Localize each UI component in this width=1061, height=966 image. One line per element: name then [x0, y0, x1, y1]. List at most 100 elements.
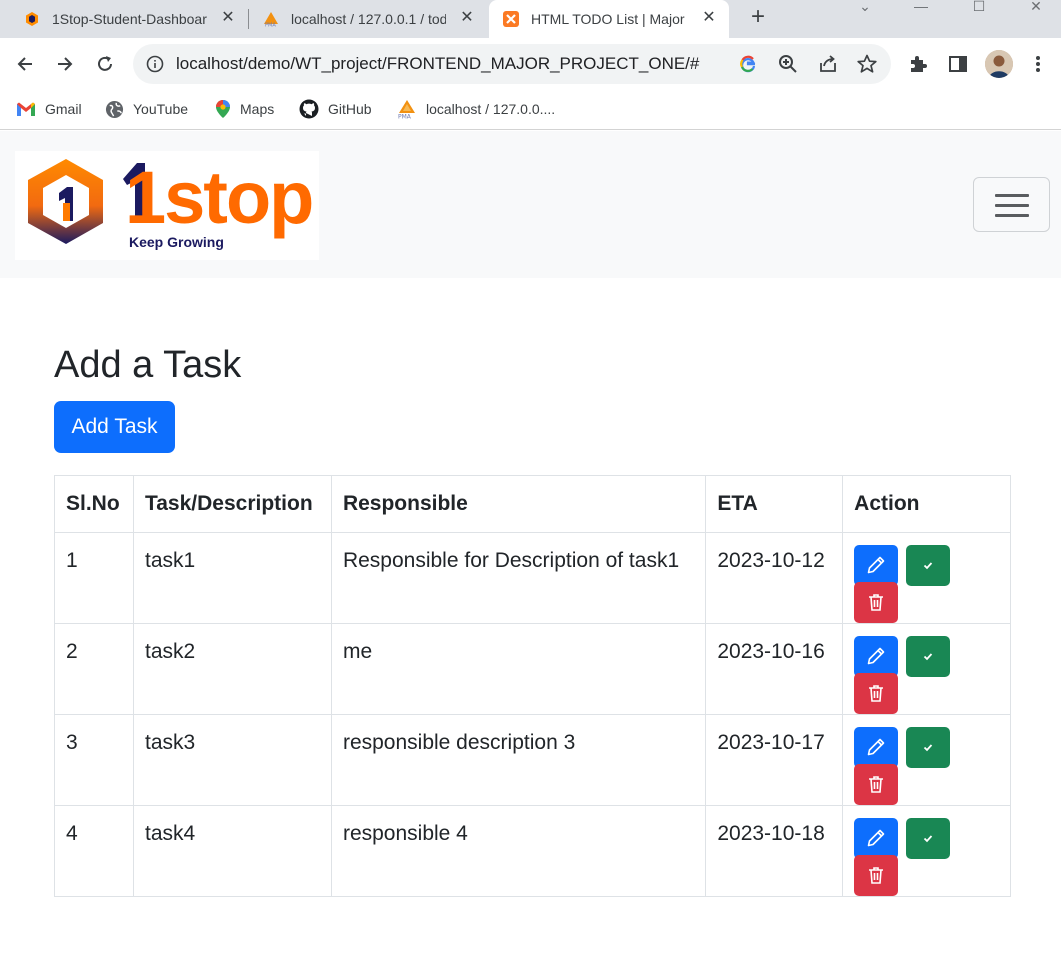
edit-button[interactable] — [854, 545, 899, 586]
cell-responsible: Responsible for Description of task1 — [330, 532, 707, 624]
phpmyadmin-icon: PMA — [264, 12, 278, 27]
complete-button[interactable] — [906, 727, 951, 768]
zoom-icon[interactable] — [778, 54, 798, 74]
cell-task: task1 — [132, 532, 332, 624]
close-icon[interactable]: ✕ — [218, 8, 238, 28]
tab-title: HTML TODO List | Major — [531, 11, 685, 27]
bookmark-youtube[interactable]: YouTube — [105, 99, 188, 119]
bookmark-maps[interactable]: Maps — [215, 99, 274, 119]
new-tab-button[interactable]: + — [745, 5, 771, 31]
info-icon[interactable] — [146, 55, 164, 73]
close-icon[interactable]: ✕ — [699, 8, 719, 28]
edit-button[interactable] — [854, 727, 899, 768]
pencil-icon — [867, 829, 885, 847]
table-row: 1 task1 Responsible for Description of t… — [54, 532, 1011, 624]
complete-button[interactable] — [906, 636, 951, 677]
menu-kebab-icon[interactable] — [1026, 52, 1050, 76]
close-window-button[interactable]: ✕ — [1013, 0, 1059, 30]
arrow-right-icon — [58, 57, 73, 71]
complete-button[interactable] — [906, 818, 951, 859]
hamburger-icon — [995, 204, 1029, 207]
extensions-icon[interactable] — [906, 52, 930, 76]
check-icon — [923, 835, 933, 843]
browser-tab-1stop[interactable]: 1Stop-Student-Dashboard ✕ — [0, 0, 248, 38]
navbar-toggle-button[interactable] — [973, 177, 1050, 232]
profile-avatar[interactable] — [985, 50, 1013, 78]
pencil-icon — [867, 556, 885, 574]
side-panel-icon[interactable] — [946, 52, 970, 76]
avatar-icon — [985, 50, 1013, 78]
arrow-left-icon — [17, 57, 32, 71]
cell-slno: 2 — [54, 623, 134, 715]
minimize-button[interactable]: — — [898, 0, 944, 30]
column-header-eta: ETA — [705, 475, 844, 533]
site-navbar: Keep Growing 1stop — [0, 131, 1061, 278]
cell-actions — [842, 623, 1011, 715]
bookmark-label: localhost / 127.0.0.... — [426, 101, 556, 117]
github-icon — [299, 99, 319, 119]
pencil-icon — [867, 738, 885, 756]
cell-slno: 1 — [54, 532, 134, 624]
browser-toolbar: localhost/demo/WT_project/FRONTEND_MAJOR… — [0, 38, 1061, 90]
tab-search-icon[interactable]: ⌄ — [842, 0, 888, 30]
forward-button[interactable] — [51, 50, 79, 78]
logo-wordmark: 1stop — [125, 156, 314, 239]
check-icon — [923, 653, 933, 661]
delete-button[interactable] — [854, 764, 899, 805]
trash-icon — [869, 776, 884, 793]
check-icon — [923, 744, 933, 752]
hamburger-icon — [995, 194, 1029, 197]
star-icon[interactable] — [857, 54, 877, 74]
share-icon[interactable] — [818, 54, 838, 74]
close-icon[interactable]: ✕ — [457, 8, 477, 28]
brand-logo[interactable]: Keep Growing 1stop — [15, 151, 319, 260]
address-bar[interactable]: localhost/demo/WT_project/FRONTEND_MAJOR… — [133, 44, 891, 84]
edit-button[interactable] — [854, 636, 899, 677]
browser-tab-phpmyadmin[interactable]: PMA localhost / 127.0.0.1 / todo ✕ — [249, 0, 487, 38]
add-task-button[interactable]: Add Task — [54, 401, 175, 453]
cell-actions — [842, 805, 1011, 897]
bookmark-label: GitHub — [328, 101, 372, 117]
complete-button[interactable] — [906, 545, 951, 586]
bookmark-gmail[interactable]: Gmail — [16, 99, 82, 119]
pencil-icon — [867, 647, 885, 665]
bookmark-github[interactable]: GitHub — [299, 99, 372, 119]
table-row: 2 task2 me 2023-10-16 — [54, 623, 1011, 715]
cell-task: task2 — [132, 623, 332, 715]
cell-actions — [842, 714, 1011, 806]
bookmark-label: Gmail — [45, 101, 82, 117]
edit-button[interactable] — [854, 818, 899, 859]
cell-responsible: responsible 4 — [330, 805, 707, 897]
delete-button[interactable] — [854, 673, 899, 714]
tab-title: 1Stop-Student-Dashboard — [52, 11, 207, 27]
trash-icon — [869, 685, 884, 702]
hamburger-icon — [995, 214, 1029, 217]
cell-task: task4 — [132, 805, 332, 897]
back-button[interactable] — [11, 50, 39, 78]
delete-button[interactable] — [854, 582, 899, 623]
bookmark-label: Maps — [240, 101, 275, 117]
url-text[interactable]: localhost/demo/WT_project/FRONTEND_MAJOR… — [176, 54, 699, 74]
column-header-responsible: Responsible — [330, 475, 707, 533]
tab-title: localhost / 127.0.0.1 / todo — [291, 11, 446, 27]
reload-button[interactable] — [91, 50, 119, 78]
maximize-button[interactable]: ☐ — [956, 0, 1002, 30]
table-row: 4 task4 responsible 4 2023-10-18 — [54, 805, 1011, 897]
gmail-icon — [17, 102, 35, 116]
google-lens-icon[interactable] — [738, 54, 758, 74]
delete-button[interactable] — [854, 855, 899, 896]
cell-responsible: responsible description 3 — [330, 714, 707, 806]
trash-icon — [869, 594, 884, 611]
bookmark-localhost[interactable]: PMA localhost / 127.0.0.... — [397, 99, 555, 119]
browser-tab-todo[interactable]: HTML TODO List | Major ✕ — [489, 0, 729, 38]
globe-icon — [105, 100, 124, 118]
column-header-action: Action — [842, 475, 1011, 533]
xampp-icon — [503, 11, 519, 27]
cell-eta: 2023-10-12 — [705, 532, 844, 624]
cell-task: task3 — [132, 714, 332, 806]
table-row: 3 task3 responsible description 3 2023-1… — [54, 714, 1011, 806]
cell-slno: 3 — [54, 714, 134, 806]
bookmarks-bar: Gmail YouTube Maps GitHub PMA localhost … — [0, 90, 1061, 130]
browser-tab-strip: 1Stop-Student-Dashboard ✕ PMA localhost … — [0, 0, 1061, 38]
trash-icon — [869, 867, 884, 884]
